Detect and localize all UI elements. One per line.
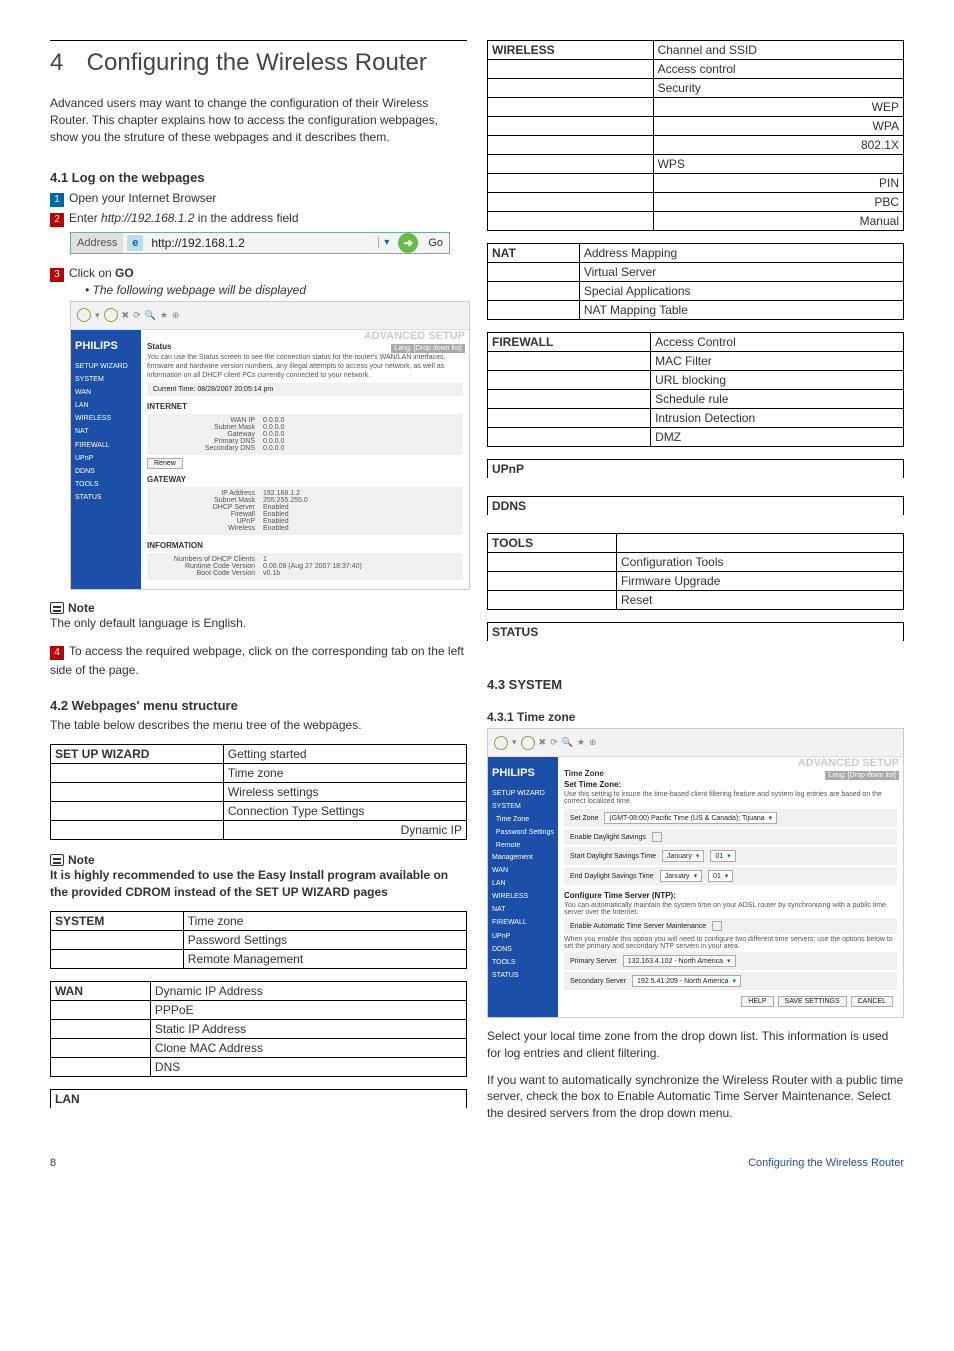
step-number-4: 4 [50,646,64,660]
note-1-body: The only default language is English. [50,615,467,632]
note-icon [50,854,64,866]
language-dropdown[interactable]: Lang: [Drop down list] [825,771,899,780]
section-4-1-heading: 4.1 Log on the webpages [50,170,467,185]
section-4-3-1-heading: 4.3.1 Time zone [487,710,904,724]
page-footer: 8 Configuring the Wireless Router [0,1152,954,1189]
chapter-title: 4 Configuring the Wireless Router [50,49,467,77]
system-table: SYSTEMTime zone Password Settings Remote… [50,911,467,969]
section-4-2-heading: 4.2 Webpages' menu structure [50,698,467,713]
step-2: 2Enter http://192.168.1.2 in the address… [50,209,467,228]
ds-end-day[interactable]: 01▾ [708,870,733,882]
timezone-body-1: Select your local time zone from the dro… [487,1028,904,1062]
go-button[interactable]: Go [422,237,449,249]
ds-end-month[interactable]: January▾ [660,870,702,882]
step-number-2: 2 [50,213,64,227]
note-icon [50,602,64,614]
section-4-3-heading: 4.3 SYSTEM [487,677,904,692]
setup-wizard-table: SET UP WIZARDGetting started Time zone W… [50,744,467,840]
auto-time-checkbox[interactable] [712,921,722,931]
primary-server-select[interactable]: 132.163.4.102 - North America▾ [623,955,736,967]
wan-table: WANDynamic IP Address PPPoE Static IP Ad… [50,981,467,1077]
ds-start-day[interactable]: 01▾ [710,850,735,862]
address-dropdown-icon[interactable]: ▾ [378,237,394,248]
upnp-table: UPnP [487,459,904,478]
philips-brand: PHILIPS [73,334,139,360]
tools-table: TOOLS Configuration Tools Firmware Upgra… [487,533,904,610]
note-1: Note [50,600,467,615]
timezone-body-2: If you want to automatically synchronize… [487,1072,904,1122]
firewall-table: FIREWALLAccess Control MAC Filter URL bl… [487,332,904,447]
step-number-1: 1 [50,193,64,207]
chapter-title-text: Configuring the Wireless Router [87,49,427,76]
ddns-table: DDNS [487,496,904,515]
section-4-2-intro: The table below describes the menu tree … [50,717,467,734]
address-label: Address [71,233,123,253]
step-3-sub: • The following webpage will be displaye… [85,283,467,297]
step-3: 3Click on GO [50,264,467,283]
secondary-server-select[interactable]: 192.5.41.209 - North America▾ [632,975,741,987]
note-2: Note [50,852,467,867]
screenshot-sidebar: PHILIPS SETUP WIZARDSYSTEMWAN LANWIRELES… [71,330,141,589]
step-number-3: 3 [50,268,64,282]
step-1: 1Open your Internet Browser [50,189,467,208]
footer-title: Configuring the Wireless Router [748,1157,904,1169]
status-table: STATUS [487,622,904,641]
nat-table: NATAddress Mapping Virtual Server Specia… [487,243,904,320]
cancel-button[interactable]: CANCEL [851,996,893,1007]
wireless-table: WIRELESSChannel and SSID Access control … [487,40,904,231]
ds-start-month[interactable]: January▾ [662,850,704,862]
renew-button[interactable]: Renew [147,458,183,469]
page-number: 8 [50,1157,56,1169]
status-screenshot: ▾✖⟳🔍★⊕ PHILIPS SETUP WIZARDSYSTEMWAN LAN… [70,301,470,590]
chapter-intro: Advanced users may want to change the co… [50,95,467,145]
go-arrow-icon[interactable]: ➜ [398,233,418,253]
language-dropdown[interactable]: Lang: [Drop down list] [391,344,465,353]
ie-icon: e [127,235,143,251]
address-bar: Address e http://192.168.1.2 ▾ ➜ Go [70,232,450,254]
help-button[interactable]: HELP [741,996,773,1007]
save-settings-button[interactable]: SAVE SETTINGS [778,996,847,1007]
tz-sidebar: PHILIPS SETUP WIZARD SYSTEM Time Zone Pa… [488,757,558,1017]
timezone-screenshot: ▾✖⟳🔍★⊕ PHILIPS SETUP WIZARD SYSTEM Time … [487,728,904,1018]
note-2-body: It is highly recommended to use the Easy… [50,867,467,901]
daylight-checkbox[interactable] [652,832,662,842]
advanced-setup-label: ADVANCED SETUP [364,330,465,342]
step-4: 4To access the required webpage, click o… [50,642,467,680]
timezone-select[interactable]: (GMT-08:00) Pacific Time (US & Canada); … [604,812,777,824]
chapter-number: 4 [50,49,80,77]
lan-table: LAN [50,1089,467,1108]
address-url[interactable]: http://192.168.1.2 [147,236,378,250]
